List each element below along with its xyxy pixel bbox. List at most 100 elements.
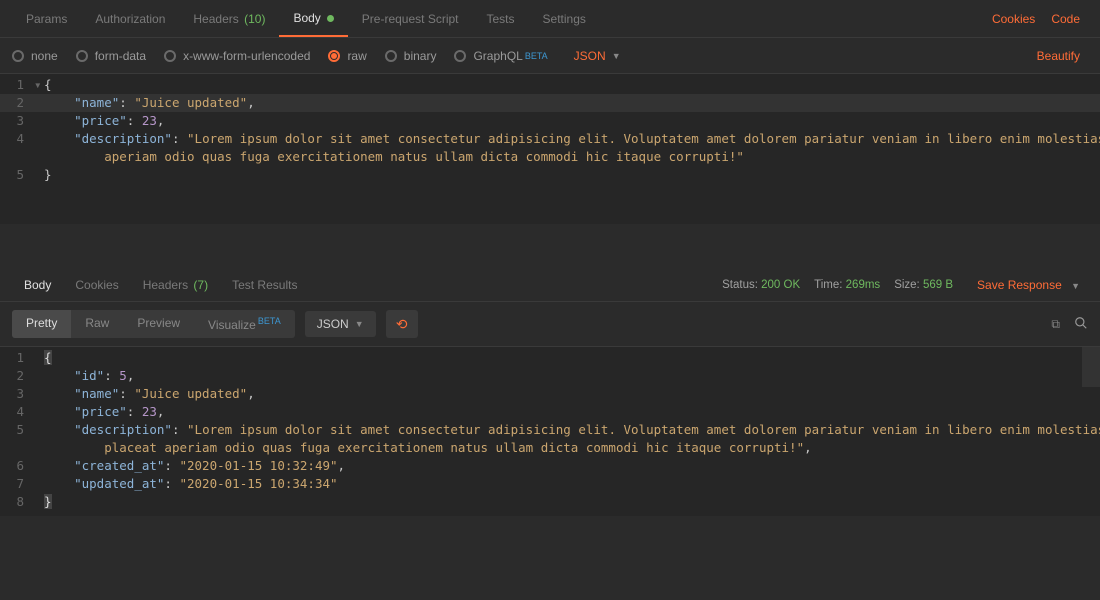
request-tab-params[interactable]: Params bbox=[12, 2, 81, 36]
line-number: 2 bbox=[0, 94, 34, 112]
line-number: 7 bbox=[0, 475, 34, 493]
body-type-form-data[interactable]: form-data bbox=[76, 49, 146, 63]
minimap-scrollbar[interactable] bbox=[1082, 347, 1100, 387]
request-tab-authorization[interactable]: Authorization bbox=[81, 2, 179, 36]
modified-dot-icon bbox=[327, 15, 334, 22]
code-line[interactable]: 3 "price": 23, bbox=[0, 112, 1100, 130]
body-type-raw[interactable]: raw bbox=[328, 49, 366, 63]
body-type-binary[interactable]: binary bbox=[385, 49, 437, 63]
fold-icon[interactable]: ▾ bbox=[34, 76, 44, 94]
fold-icon bbox=[34, 94, 44, 112]
code-line[interactable]: 5} bbox=[0, 166, 1100, 184]
view-mode-visualize[interactable]: VisualizeBETA bbox=[194, 310, 295, 338]
code-line[interactable]: aperiam odio quas fuga exercitationem na… bbox=[0, 148, 1100, 166]
line-number bbox=[0, 439, 34, 457]
fold-icon bbox=[34, 457, 44, 475]
response-language-dropdown[interactable]: JSON▼ bbox=[305, 311, 376, 337]
fold-icon bbox=[34, 493, 44, 511]
request-tab-body[interactable]: Body bbox=[279, 1, 347, 37]
request-tab-settings[interactable]: Settings bbox=[529, 2, 600, 36]
radio-icon bbox=[164, 50, 176, 62]
request-tab-tests[interactable]: Tests bbox=[473, 2, 529, 36]
code-line[interactable]: placeat aperiam odio quas fuga exercitat… bbox=[0, 439, 1100, 457]
line-number: 1 bbox=[0, 76, 34, 94]
response-tab-cookies[interactable]: Cookies bbox=[63, 270, 130, 300]
fold-icon bbox=[34, 403, 44, 421]
code-link[interactable]: Code bbox=[1043, 12, 1088, 26]
chevron-down-icon: ▼ bbox=[355, 319, 364, 329]
beta-badge: BETA bbox=[525, 51, 548, 61]
line-number: 3 bbox=[0, 385, 34, 403]
body-language-dropdown[interactable]: JSON▼ bbox=[574, 49, 621, 63]
line-number: 3 bbox=[0, 112, 34, 130]
body-type-row: none form-data x-www-form-urlencoded raw bin… bbox=[0, 38, 1100, 74]
header-count-badge: (10) bbox=[244, 12, 265, 26]
line-number: 4 bbox=[0, 403, 34, 421]
fold-icon bbox=[34, 367, 44, 385]
beautify-button[interactable]: Beautify bbox=[1029, 49, 1088, 63]
radio-icon bbox=[328, 50, 340, 62]
fold-icon bbox=[34, 475, 44, 493]
view-mode-preview[interactable]: Preview bbox=[123, 310, 194, 338]
fold-icon bbox=[34, 166, 44, 184]
request-body-editor[interactable]: 1▾{2 "name": "Juice updated",3 "price": … bbox=[0, 74, 1100, 224]
size-label: Size: 569 B bbox=[894, 279, 953, 291]
code-line[interactable]: 3 "name": "Juice updated", bbox=[0, 385, 1100, 403]
body-type-none[interactable]: none bbox=[12, 49, 58, 63]
copy-icon[interactable]: ⧉ bbox=[1051, 317, 1060, 332]
response-tab-headers[interactable]: Headers (7) bbox=[131, 270, 220, 300]
code-line[interactable]: 1▾{ bbox=[0, 76, 1100, 94]
line-number: 8 bbox=[0, 493, 34, 511]
code-line[interactable]: 5 "description": "Lorem ipsum dolor sit … bbox=[0, 421, 1100, 439]
response-tab-test-results[interactable]: Test Results bbox=[220, 270, 309, 300]
cookies-link[interactable]: Cookies bbox=[984, 12, 1043, 26]
fold-icon bbox=[34, 385, 44, 403]
code-line[interactable]: 6 "created_at": "2020-01-15 10:32:49", bbox=[0, 457, 1100, 475]
fold-icon bbox=[34, 148, 44, 166]
view-mode-pretty[interactable]: Pretty bbox=[12, 310, 71, 338]
code-line[interactable]: 2 "id": 5, bbox=[0, 367, 1100, 385]
line-number: 6 bbox=[0, 457, 34, 475]
header-count-badge: (7) bbox=[193, 278, 208, 292]
view-mode-raw[interactable]: Raw bbox=[71, 310, 123, 338]
line-number: 2 bbox=[0, 367, 34, 385]
response-tabs-bar: BodyCookiesHeaders (7)Test ResultsStatus… bbox=[0, 268, 1100, 302]
fold-icon bbox=[34, 439, 44, 457]
fold-icon bbox=[34, 112, 44, 130]
response-tab-body[interactable]: Body bbox=[12, 270, 63, 300]
request-tab-pre-request-script[interactable]: Pre-request Script bbox=[348, 2, 473, 36]
line-number bbox=[0, 148, 34, 166]
code-line[interactable]: 4 "description": "Lorem ipsum dolor sit … bbox=[0, 130, 1100, 148]
radio-icon bbox=[12, 50, 24, 62]
line-number: 5 bbox=[0, 166, 34, 184]
time-label: Time: 269ms bbox=[814, 279, 880, 291]
radio-icon bbox=[76, 50, 88, 62]
code-line[interactable]: 8} bbox=[0, 493, 1100, 511]
line-number: 4 bbox=[0, 130, 34, 148]
request-tabs-bar: ParamsAuthorizationHeaders (10)BodyPre-r… bbox=[0, 0, 1100, 38]
code-line[interactable]: 1{ bbox=[0, 349, 1100, 367]
beta-badge: BETA bbox=[258, 316, 281, 326]
body-type-GraphQL[interactable]: GraphQLBETA bbox=[454, 49, 547, 63]
request-tab-headers[interactable]: Headers (10) bbox=[179, 2, 279, 36]
line-number: 5 bbox=[0, 421, 34, 439]
code-line[interactable]: 4 "price": 23, bbox=[0, 403, 1100, 421]
search-icon[interactable] bbox=[1074, 316, 1088, 333]
chevron-down-icon: ▼ bbox=[1071, 281, 1080, 291]
body-type-x-www-form-urlencoded[interactable]: x-www-form-urlencoded bbox=[164, 49, 310, 63]
word-wrap-icon: ⟲ bbox=[396, 316, 408, 333]
response-formatter-row: PrettyRawPreviewVisualizeBETA JSON▼ ⟲ ⧉ bbox=[0, 302, 1100, 346]
chevron-down-icon: ▼ bbox=[612, 51, 621, 61]
fold-icon bbox=[34, 130, 44, 148]
fold-icon bbox=[34, 421, 44, 439]
radio-icon bbox=[385, 50, 397, 62]
pane-divider[interactable] bbox=[0, 224, 1100, 268]
line-number: 1 bbox=[0, 349, 34, 367]
code-line[interactable]: 2 "name": "Juice updated", bbox=[0, 94, 1100, 112]
response-body-editor[interactable]: 1{2 "id": 5,3 "name": "Juice updated",4 … bbox=[0, 346, 1100, 516]
radio-icon bbox=[454, 50, 466, 62]
fold-icon bbox=[34, 349, 44, 367]
save-response-dropdown[interactable]: Save Response ▼ bbox=[969, 278, 1088, 292]
code-line[interactable]: 7 "updated_at": "2020-01-15 10:34:34" bbox=[0, 475, 1100, 493]
word-wrap-button[interactable]: ⟲ bbox=[386, 310, 418, 338]
